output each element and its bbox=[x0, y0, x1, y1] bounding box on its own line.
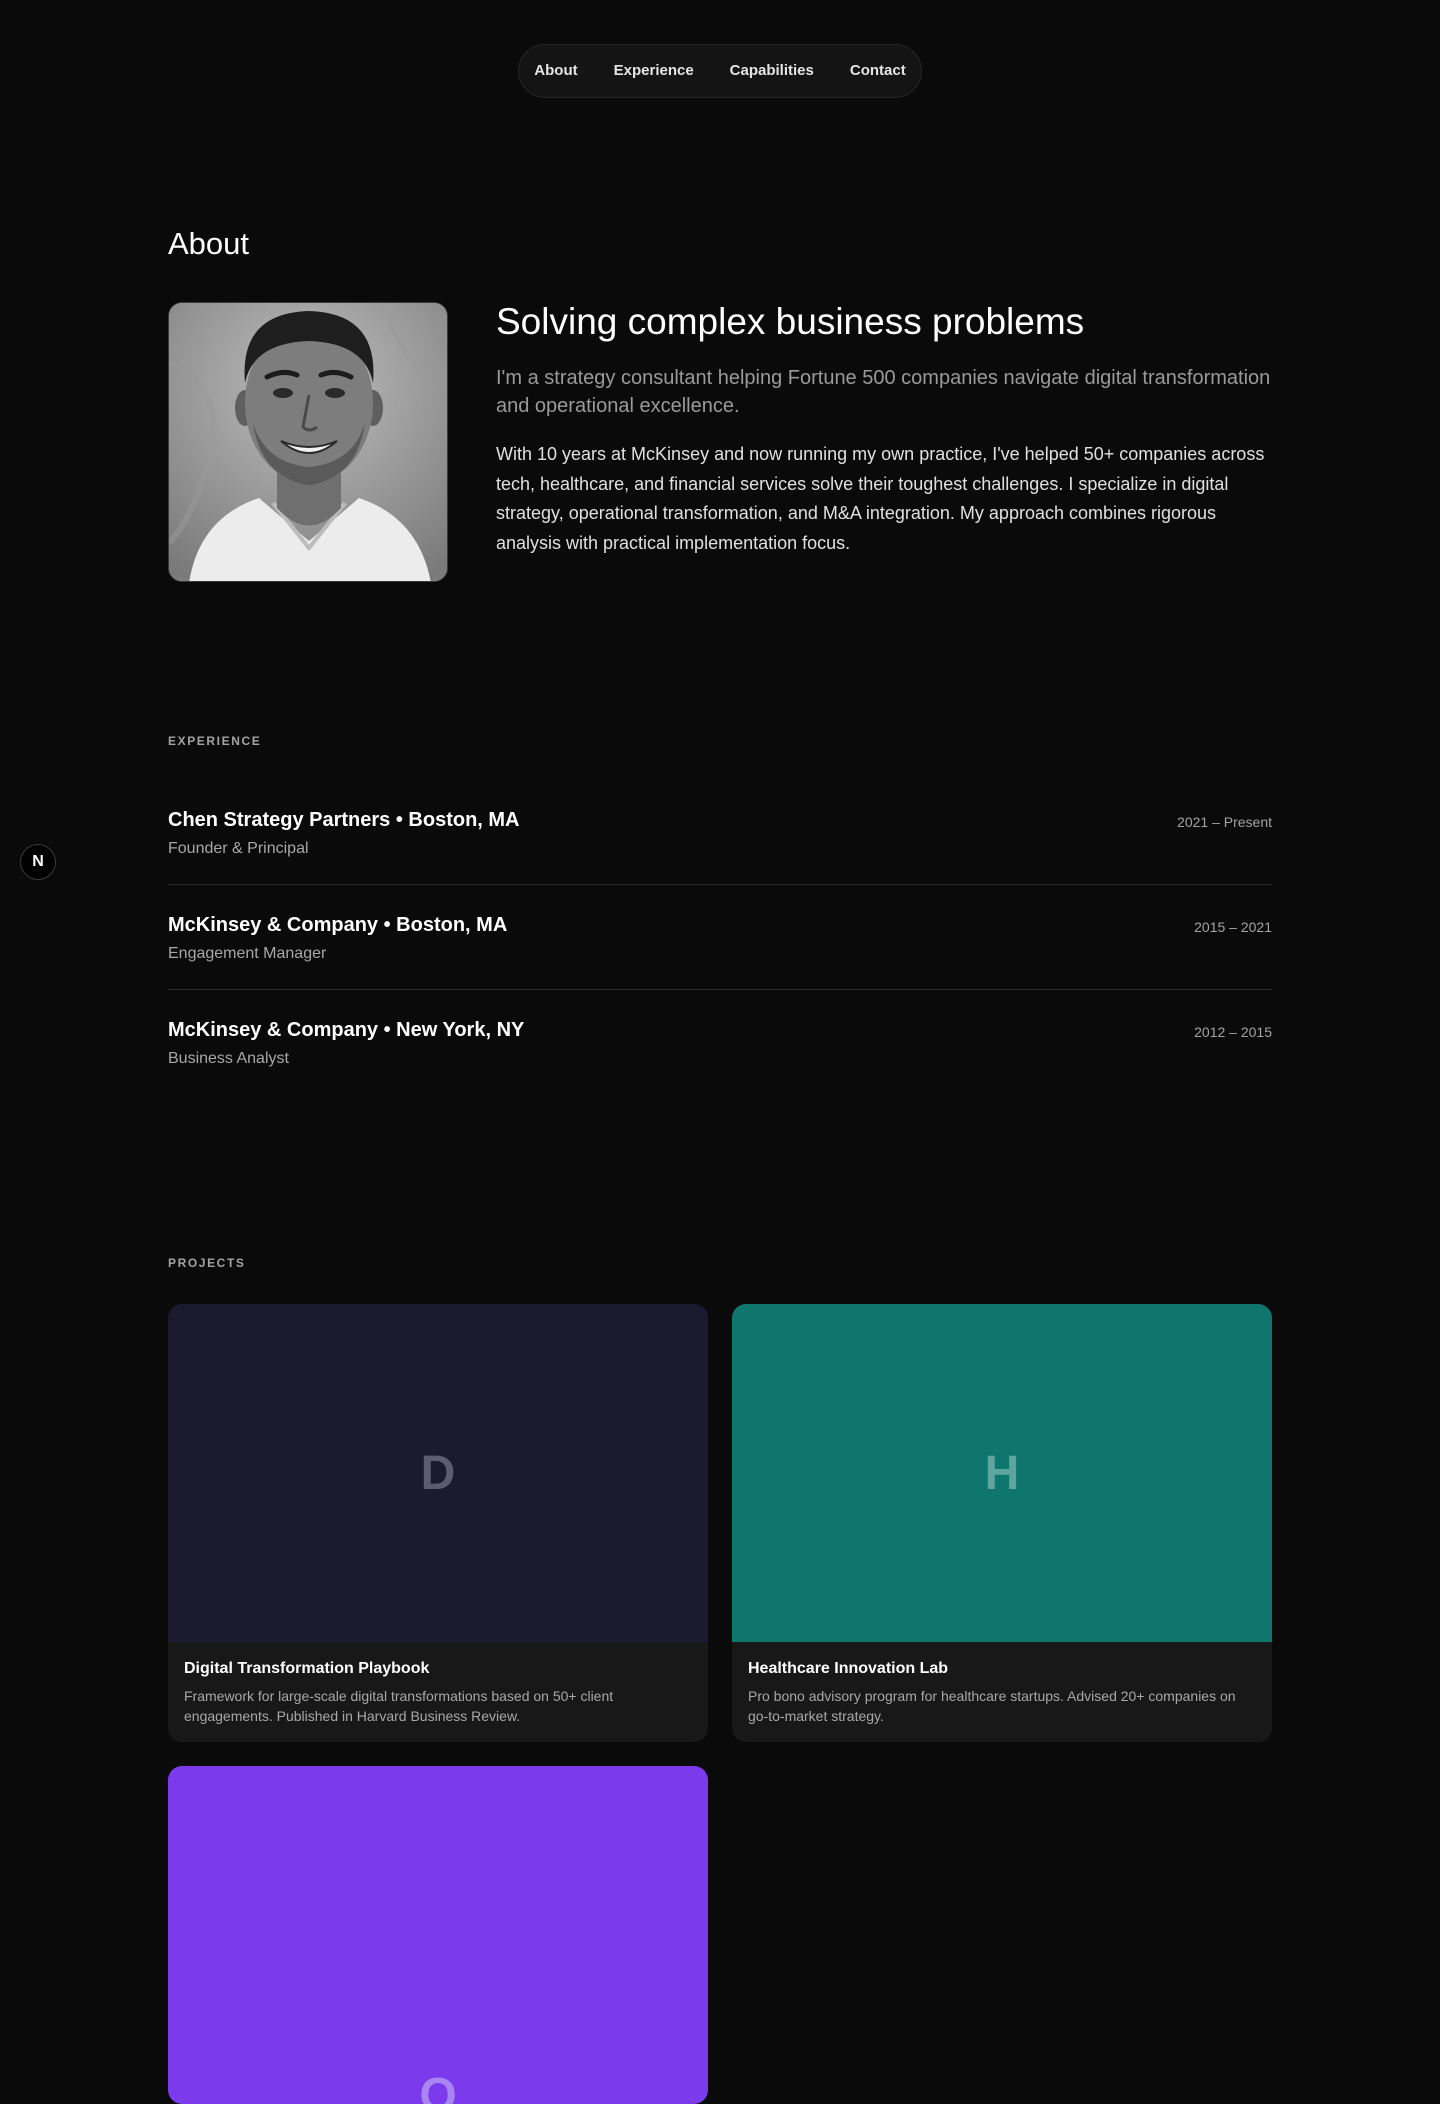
nav-link-about[interactable]: About bbox=[516, 44, 595, 98]
project-card-healthcare-lab[interactable]: H Healthcare Innovation Lab Pro bono adv… bbox=[732, 1304, 1272, 1742]
project-initial: D bbox=[421, 1446, 456, 1501]
experience-list: Chen Strategy Partners • Boston, MA Foun… bbox=[168, 780, 1272, 1095]
experience-item: Chen Strategy Partners • Boston, MA Foun… bbox=[168, 780, 1272, 885]
experience-label: EXPERIENCE bbox=[168, 734, 261, 748]
project-card-third[interactable]: O bbox=[168, 1766, 708, 2104]
experience-role: Founder & Principal bbox=[168, 838, 309, 860]
about-lead: I'm a strategy consultant helping Fortun… bbox=[496, 364, 1276, 420]
about-body: With 10 years at McKinsey and now runnin… bbox=[496, 440, 1278, 558]
project-info: Digital Transformation Playbook Framewor… bbox=[168, 1642, 708, 1742]
portrait-photo bbox=[168, 302, 448, 582]
project-initial: O bbox=[419, 2068, 456, 2104]
project-initial: H bbox=[985, 1446, 1020, 1501]
projects-label: PROJECTS bbox=[168, 1256, 245, 1270]
about-title: Solving complex business problems bbox=[496, 298, 1084, 346]
experience-dates: 2015 – 2021 bbox=[1194, 917, 1272, 937]
project-thumbnail: H bbox=[732, 1304, 1272, 1642]
experience-company: Chen Strategy Partners • Boston, MA bbox=[168, 806, 520, 834]
project-title: Digital Transformation Playbook bbox=[184, 1658, 692, 1680]
experience-company: McKinsey & Company • New York, NY bbox=[168, 1016, 524, 1044]
project-card-digital-transformation[interactable]: D Digital Transformation Playbook Framew… bbox=[168, 1304, 708, 1742]
experience-dates: 2021 – Present bbox=[1177, 812, 1272, 832]
project-title: Healthcare Innovation Lab bbox=[748, 1658, 1256, 1680]
experience-role: Engagement Manager bbox=[168, 943, 326, 965]
project-info: Healthcare Innovation Lab Pro bono advis… bbox=[732, 1642, 1272, 1742]
top-nav: About Experience Capabilities Contact bbox=[518, 44, 922, 98]
nav-link-experience[interactable]: Experience bbox=[596, 44, 712, 98]
nav-link-capabilities[interactable]: Capabilities bbox=[712, 44, 832, 98]
about-heading: About bbox=[168, 224, 249, 264]
project-thumbnail: O bbox=[168, 1766, 708, 2104]
n-logo-badge[interactable]: N bbox=[20, 844, 56, 880]
nav-link-contact[interactable]: Contact bbox=[832, 44, 924, 98]
experience-item: McKinsey & Company • New York, NY Busine… bbox=[168, 990, 1272, 1095]
project-description: Pro bono advisory program for healthcare… bbox=[748, 1686, 1256, 1726]
n-logo-icon: N bbox=[32, 853, 44, 871]
project-thumbnail: D bbox=[168, 1304, 708, 1642]
experience-item: McKinsey & Company • Boston, MA Engageme… bbox=[168, 885, 1272, 990]
experience-role: Business Analyst bbox=[168, 1048, 289, 1070]
experience-company: McKinsey & Company • Boston, MA bbox=[168, 911, 507, 939]
project-description: Framework for large-scale digital transf… bbox=[184, 1686, 692, 1726]
experience-dates: 2012 – 2015 bbox=[1194, 1022, 1272, 1042]
